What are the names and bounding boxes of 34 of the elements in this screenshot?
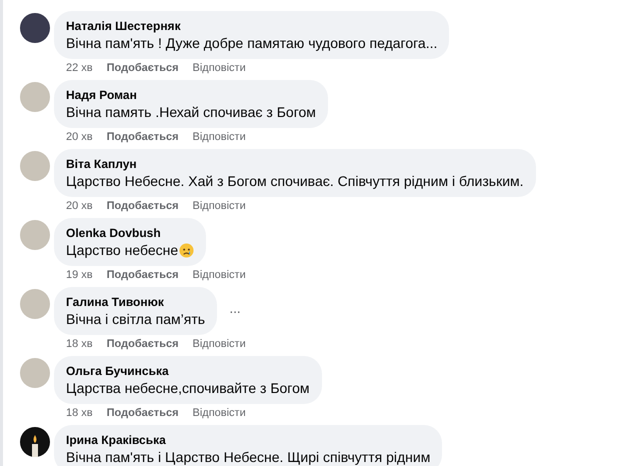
- author-name[interactable]: Надя Роман: [66, 87, 316, 103]
- comment-text: Вічна пам'ять ! Дуже добре памятаю чудового педагога...: [66, 34, 438, 53]
- like-link[interactable]: Подобається: [106, 405, 178, 421]
- author-name[interactable]: Наталія Шестерняк: [66, 18, 438, 34]
- comment-text: Царства небесне,спочивайте з Богом: [66, 379, 310, 398]
- like-link[interactable]: Подобається: [106, 198, 178, 214]
- author-name[interactable]: Olenka Dovbush: [66, 225, 194, 241]
- comment-time[interactable]: 18 хв: [66, 405, 93, 421]
- author-name[interactable]: Галина Тивонюк: [66, 294, 206, 310]
- like-link[interactable]: Подобається: [106, 267, 178, 283]
- comment-text: Царство небесне: [66, 241, 194, 260]
- author-name[interactable]: Ольга Бучинська: [66, 363, 310, 379]
- comment-text: Вічна і світла пам’ять: [66, 310, 206, 329]
- comment-time[interactable]: 19 хв: [66, 267, 93, 283]
- author-name[interactable]: Віта Каплун: [66, 156, 524, 172]
- comment-time[interactable]: 22 хв: [66, 60, 93, 76]
- comment-text: Царство Небесне. Хай з Богом спочиває. Співчуття рідним і близьким.: [66, 172, 524, 191]
- like-link[interactable]: Подобається: [106, 129, 178, 145]
- candle-icon: [29, 433, 41, 457]
- more-options-button[interactable]: ···: [229, 303, 240, 319]
- reply-link[interactable]: Відповісти: [192, 405, 246, 421]
- comment-time[interactable]: 20 хв: [66, 198, 93, 214]
- reply-link[interactable]: Відповісти: [192, 267, 246, 283]
- comment-text: Вічна память .Нехай спочиває з Богом: [66, 103, 316, 122]
- comment-text: Вічна пам'ять і Царство Небесне. Щирі співчуття рідним: [66, 448, 430, 466]
- reply-link[interactable]: Відповісти: [192, 198, 246, 214]
- reply-link[interactable]: Відповісти: [192, 336, 246, 352]
- reply-link[interactable]: Відповісти: [192, 129, 246, 145]
- reply-link[interactable]: Відповісти: [192, 60, 246, 76]
- comment-time[interactable]: 20 хв: [66, 129, 93, 145]
- like-link[interactable]: Подобається: [106, 60, 178, 76]
- comment-time[interactable]: 18 хв: [66, 336, 93, 352]
- author-name[interactable]: Ірина Краківська: [66, 432, 430, 448]
- like-link[interactable]: Подобається: [106, 336, 178, 352]
